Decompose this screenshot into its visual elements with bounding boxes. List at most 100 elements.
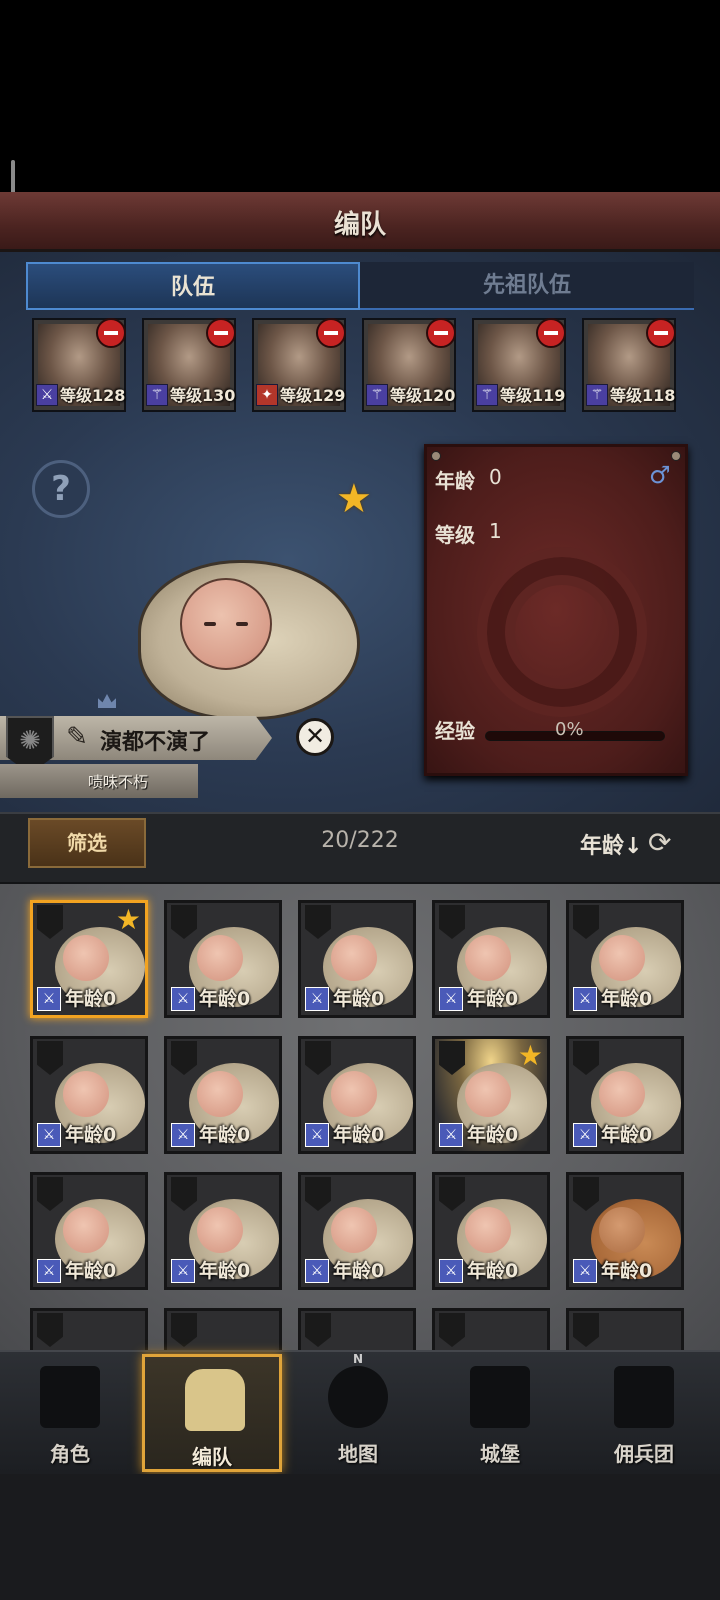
crest-icon <box>171 1177 197 1211</box>
remove-icon[interactable] <box>206 318 236 348</box>
eye <box>236 622 248 626</box>
roster-card[interactable] <box>432 1308 550 1350</box>
close-icon[interactable]: ✕ <box>296 718 334 756</box>
sort-button[interactable]: 年龄↓ <box>580 828 642 860</box>
baby-face <box>465 935 511 981</box>
roster-card[interactable] <box>566 1308 684 1350</box>
team-slot[interactable]: ⚔ 等级128 <box>32 318 126 412</box>
roster-card[interactable]: ⚔ 年龄0 <box>298 1036 416 1154</box>
banner-icon <box>614 1366 674 1428</box>
refresh-icon[interactable]: ⟳ <box>648 826 671 859</box>
baby-face <box>180 578 272 670</box>
team-slot[interactable]: ⚚ 等级118 <box>582 318 676 412</box>
roster-card[interactable]: ⚔ 年龄0 <box>432 1172 550 1290</box>
roster-card[interactable]: ⚔ 年龄0 <box>566 1036 684 1154</box>
baby-face <box>599 1207 645 1253</box>
nav-map[interactable]: N 地图 <box>288 1352 428 1472</box>
remove-icon[interactable] <box>426 318 456 348</box>
crest-icon <box>439 1313 465 1347</box>
edit-name-icon[interactable]: ✎ <box>62 722 92 752</box>
hero-figure <box>138 560 360 720</box>
roster-card[interactable] <box>30 1308 148 1350</box>
sword-icon: ⚔ <box>171 1123 195 1147</box>
baby-face <box>599 1071 645 1117</box>
castle-icon <box>470 1366 530 1428</box>
roster-card[interactable]: ⚔ 年龄0 <box>164 1036 282 1154</box>
helmet-icon <box>185 1369 245 1431</box>
roster-card[interactable]: ⚔ 年龄0 <box>298 900 416 1018</box>
age-text: 年龄0 <box>601 1124 653 1146</box>
roster-card[interactable]: ⚔ 年龄0 <box>566 900 684 1018</box>
roster-card[interactable]: ⚔ 年龄0 <box>30 1036 148 1154</box>
age-text: 年龄0 <box>65 1260 117 1282</box>
crest-icon <box>171 1313 197 1347</box>
crest-icon <box>439 905 465 939</box>
star-icon: ★ <box>336 476 372 522</box>
nav-castle[interactable]: 城堡 <box>430 1354 570 1472</box>
roster-card[interactable]: ⚔ 年龄0 <box>432 900 550 1018</box>
baby-face <box>197 1071 243 1117</box>
team-slot[interactable]: ⚚ 等级130 <box>142 318 236 412</box>
age-text: 年龄0 <box>333 988 385 1010</box>
sword-icon: ⚔ <box>439 1123 463 1147</box>
sword-icon: ⚔ <box>37 987 61 1011</box>
help-icon[interactable]: ? <box>32 460 90 518</box>
roster-card[interactable]: ⚔ 年龄0 <box>298 1172 416 1290</box>
crest-icon <box>573 905 599 939</box>
roster-card[interactable]: ⚔ 年龄0 <box>164 900 282 1018</box>
star-icon: ★ <box>115 903 141 936</box>
sword-icon: ⚔ <box>573 987 597 1011</box>
nav-mercenary[interactable]: 佣兵团 <box>574 1354 714 1472</box>
age-text: 年龄0 <box>333 1260 385 1282</box>
hero-name: 演都不演了 <box>100 730 211 755</box>
header-bar: 编队 <box>0 192 720 252</box>
level-value: 1 <box>489 519 502 543</box>
crest-icon <box>573 1313 599 1347</box>
roster-card[interactable] <box>164 1308 282 1350</box>
remove-icon[interactable] <box>536 318 566 348</box>
team-slot[interactable]: ⚚ 等级119 <box>472 318 566 412</box>
crest-icon <box>37 1177 63 1211</box>
bottom-blank-area <box>0 1474 720 1600</box>
age-value: 0 <box>489 465 502 489</box>
baby-face <box>63 935 109 981</box>
sword-icon: ⚔ <box>37 1259 61 1283</box>
level-label: 等级 <box>435 523 475 547</box>
crest-icon <box>573 1177 599 1211</box>
remove-icon[interactable] <box>96 318 126 348</box>
level-text: 等级119 <box>500 386 566 405</box>
roster-card[interactable]: ⚔ 年龄0 <box>566 1172 684 1290</box>
baby-face <box>331 935 377 981</box>
remove-icon[interactable] <box>316 318 346 348</box>
exp-value: 0% <box>555 719 584 740</box>
roster-card[interactable]: ⚔ 年龄0 <box>30 1172 148 1290</box>
sword-icon: ⚔ <box>305 987 329 1011</box>
staff-icon: ⚚ <box>366 384 388 406</box>
staff-icon: ⚚ <box>586 384 608 406</box>
nav-formation[interactable]: 编队 <box>142 1354 282 1472</box>
nav-label: 编队 <box>192 1445 232 1469</box>
baby-face <box>331 1207 377 1253</box>
baby-face <box>197 1207 243 1253</box>
roster-card[interactable] <box>298 1308 416 1350</box>
tab-team[interactable]: 队伍 <box>26 262 360 310</box>
age-text: 年龄0 <box>467 1124 519 1146</box>
remove-icon[interactable] <box>646 318 676 348</box>
rivet <box>431 451 441 461</box>
crest-icon <box>305 1041 331 1075</box>
sword-icon: ⚔ <box>36 384 58 406</box>
tab-ancestor-team[interactable]: 先祖队伍 <box>360 262 694 310</box>
level-text: 等级118 <box>610 386 676 405</box>
rivet <box>671 451 681 461</box>
crest-icon <box>439 1041 465 1075</box>
baby-face <box>63 1207 109 1253</box>
team-slot[interactable]: ✦ 等级129 <box>252 318 346 412</box>
nav-character[interactable]: 角色 <box>0 1354 140 1472</box>
level-text: 等级128 <box>60 386 126 405</box>
crest-icon <box>439 1177 465 1211</box>
team-slot[interactable]: ⚚ 等级120 <box>362 318 456 412</box>
crest-icon <box>37 905 63 939</box>
roster-card[interactable]: ★ ⚔ 年龄0 <box>432 1036 550 1154</box>
roster-card[interactable]: ⚔ 年龄0 <box>164 1172 282 1290</box>
roster-card[interactable]: ★ ⚔ 年龄0 <box>30 900 148 1018</box>
